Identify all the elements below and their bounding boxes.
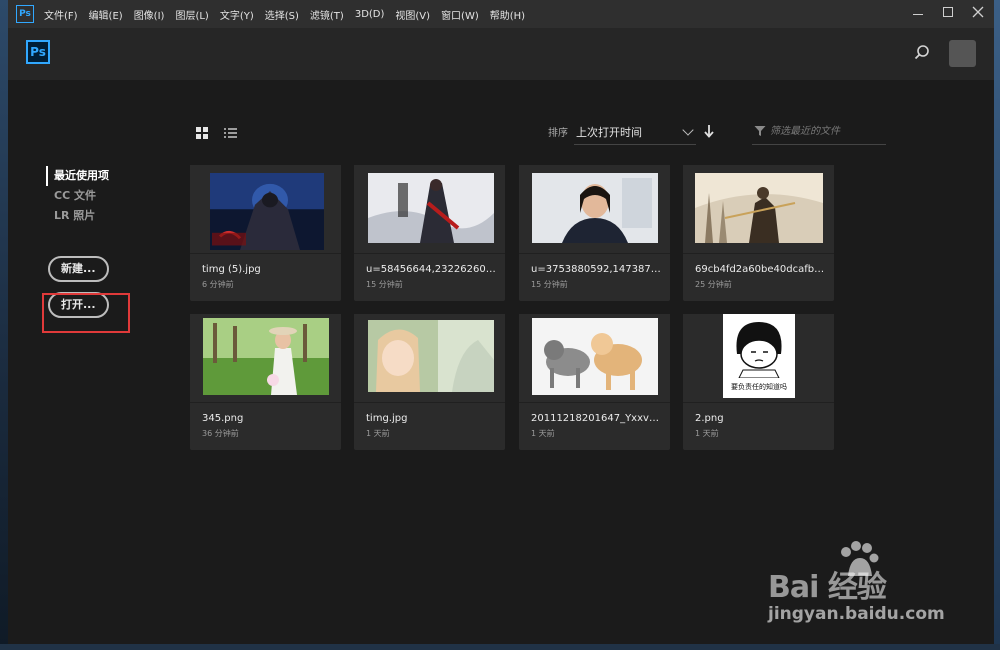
file-name: timg.jpg <box>366 413 408 424</box>
file-card[interactable]: 20111218201647_YxxvC.jpg 1 天前 <box>519 314 670 450</box>
sort-label: 排序 <box>548 128 568 139</box>
thumbnail-area <box>519 314 670 403</box>
file-card[interactable]: 要负责任的知道吗 2.png 1 天前 <box>683 314 834 450</box>
filter-field[interactable] <box>752 119 886 145</box>
baidu-watermark: Bai 经验 jingyan.baidu.com <box>760 540 960 630</box>
thumbnail-image <box>532 173 658 243</box>
thumbnail-area <box>354 314 505 403</box>
menu-select[interactable]: 选择(S) <box>265 7 299 22</box>
file-name: 2.png <box>695 413 724 424</box>
thumbnail-image <box>210 173 324 250</box>
desktop-edge-bottom <box>0 644 1000 650</box>
file-card[interactable]: timg.jpg 1 天前 <box>354 314 505 450</box>
app-icon[interactable]: Ps <box>16 5 34 23</box>
filter-input[interactable] <box>770 121 882 141</box>
list-view-icon[interactable] <box>224 127 237 139</box>
menu-file[interactable]: 文件(F) <box>44 7 78 22</box>
thumbnail-image <box>368 320 494 392</box>
menu-3d[interactable]: 3D(D) <box>355 9 385 20</box>
thumbnail-area <box>683 165 834 254</box>
meme-face <box>736 322 782 379</box>
file-name: 69cb4fd2a60be40dcafb69... <box>695 264 825 275</box>
file-time: 25 分钟前 <box>695 280 732 289</box>
thumbnail-image <box>532 318 658 395</box>
thumbnail-image <box>203 318 329 395</box>
menu-filter[interactable]: 滤镜(T) <box>310 7 344 22</box>
menu-layer[interactable]: 图层(L) <box>175 7 208 22</box>
menu-help[interactable]: 帮助(H) <box>490 7 525 22</box>
file-card[interactable]: 345.png 36 分钟前 <box>190 314 341 450</box>
minimize-icon <box>913 14 923 15</box>
maximize-button[interactable] <box>942 5 954 19</box>
thumbnail-area <box>519 165 670 254</box>
file-card[interactable]: timg (5).jpg 6 分钟前 <box>190 165 341 301</box>
file-time: 15 分钟前 <box>531 280 568 289</box>
ps-logo: Ps <box>26 40 50 64</box>
desktop-edge-left <box>0 0 8 650</box>
file-card[interactable]: 69cb4fd2a60be40dcafb69... 25 分钟前 <box>683 165 834 301</box>
file-name: 345.png <box>202 413 244 424</box>
sort-direction-icon[interactable] <box>703 124 715 138</box>
grid-view-icon[interactable] <box>196 127 208 139</box>
sidebar: 最近使用项 CC 文件 LR 照片 <box>46 166 109 226</box>
file-time: 36 分钟前 <box>202 429 239 438</box>
watermark-url: jingyan.baidu.com <box>768 604 945 624</box>
new-button[interactable]: 新建... <box>48 256 109 282</box>
thumbnail-image: 要负责任的知道吗 <box>723 314 795 398</box>
close-button[interactable] <box>972 5 984 19</box>
file-name: u=3753880592,147387859... <box>531 264 661 275</box>
file-name: 20111218201647_YxxvC.jpg <box>531 413 661 424</box>
thumbnail-area <box>354 165 505 254</box>
thumbnail-area <box>190 314 341 403</box>
menu-image[interactable]: 图像(I) <box>134 7 165 22</box>
minimize-button[interactable] <box>912 5 924 19</box>
filter-icon <box>754 126 766 136</box>
search-icon[interactable] <box>914 44 930 60</box>
menu-type[interactable]: 文字(Y) <box>220 7 254 22</box>
thumbnail-area <box>190 165 341 254</box>
file-name: u=58456644,2322626099... <box>366 264 496 275</box>
menu-window[interactable]: 窗口(W) <box>441 7 479 22</box>
menu-edit[interactable]: 编辑(E) <box>89 7 123 22</box>
thumbnail-area: 要负责任的知道吗 <box>683 314 834 403</box>
file-time: 1 天前 <box>695 429 719 438</box>
close-icon <box>972 6 984 18</box>
thumbnail-image <box>368 173 494 243</box>
sort-value: 上次打开时间 <box>576 126 642 139</box>
meme-caption: 要负责任的知道吗 <box>731 383 787 391</box>
thumbnail-image <box>695 173 823 243</box>
sidebar-item-recent[interactable]: 最近使用项 <box>46 166 109 186</box>
file-time: 6 分钟前 <box>202 280 234 289</box>
file-time: 15 分钟前 <box>366 280 403 289</box>
file-time: 1 天前 <box>531 429 555 438</box>
file-card[interactable]: u=58456644,2322626099... 15 分钟前 <box>354 165 505 301</box>
maximize-icon <box>943 7 953 17</box>
sidebar-item-cc-files[interactable]: CC 文件 <box>46 186 109 206</box>
menu-view[interactable]: 视图(V) <box>395 7 430 22</box>
file-card[interactable]: u=3753880592,147387859... 15 分钟前 <box>519 165 670 301</box>
desktop-edge-right <box>994 0 1000 650</box>
sidebar-item-lr-photos[interactable]: LR 照片 <box>46 206 109 226</box>
avatar[interactable] <box>949 40 976 67</box>
window-controls <box>912 5 984 19</box>
home-header: Ps <box>8 28 994 80</box>
sort-dropdown[interactable]: 上次打开时间 <box>574 119 696 145</box>
file-time: 1 天前 <box>366 429 390 438</box>
chevron-down-icon <box>682 124 694 136</box>
highlight-box <box>42 293 130 333</box>
watermark-brand: Bai 经验 <box>768 570 887 605</box>
file-name: timg (5).jpg <box>202 264 261 275</box>
menu-bar: Ps 文件(F) 编辑(E) 图像(I) 图层(L) 文字(Y) 选择(S) 滤… <box>8 0 994 28</box>
